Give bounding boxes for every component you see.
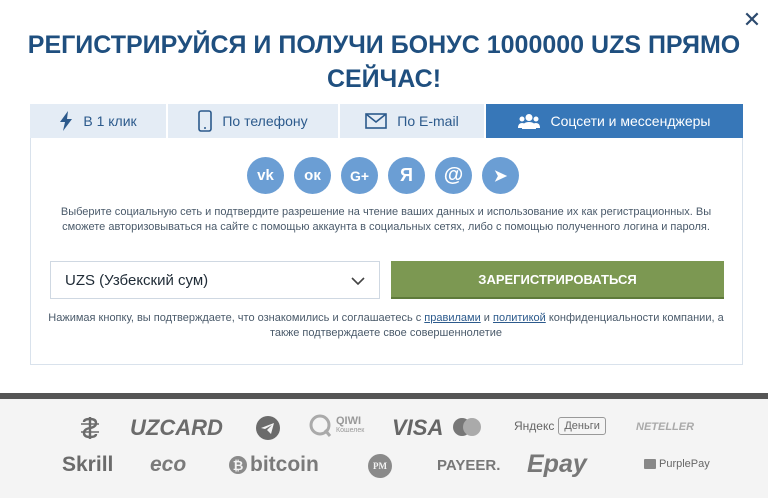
yandex-money-logo: Яндекс Деньги [514, 417, 606, 435]
eco-logo: eco [150, 453, 187, 476]
currency-value: UZS (Узбекский сум) [65, 271, 209, 289]
lightning-icon [59, 111, 73, 131]
vk-icon[interactable]: vk [247, 157, 284, 194]
tab-phone[interactable]: По телефону [168, 104, 340, 138]
skrill-logo: Skrill [62, 453, 114, 476]
social-description: Выберите социальную сеть и подтвердите р… [60, 206, 712, 233]
bitcoin-text: bitcoin [250, 453, 319, 476]
tab-social[interactable]: Соцсети и мессенджеры [486, 104, 743, 138]
social-buttons: vk ок G+ Я @ ➤ [247, 157, 519, 195]
chevron-down-icon [351, 272, 365, 289]
register-button[interactable]: ЗАРЕГИСТРИРОВАТЬСЯ [391, 261, 724, 299]
odnoklassniki-icon[interactable]: ок [294, 157, 331, 194]
tab-one-click[interactable]: В 1 клик [30, 104, 168, 138]
payment-logos: UZCARD QIWI Кошелек VISA Яндекс Деньги N… [0, 399, 768, 498]
qiwi-sub-text: Кошелек [336, 427, 365, 434]
pm-text: PM [368, 454, 392, 478]
yandex-icon[interactable]: Я [388, 157, 425, 194]
svg-text:₿: ₿ [233, 459, 244, 474]
purplepay-logo: PurplePay [644, 458, 710, 470]
tab-label: Соцсети и мессенджеры [550, 113, 711, 129]
qiwi-logo: QIWI Кошелек [308, 413, 364, 439]
tab-label: По E-mail [397, 113, 459, 129]
som-currency-icon [78, 415, 102, 441]
mail-ru-icon[interactable]: @ [435, 157, 472, 194]
neteller-logo: NETELLER [636, 421, 695, 433]
yandex-money-text: Деньги [558, 417, 606, 435]
purplepay-text: PurplePay [659, 458, 710, 470]
google-plus-icon[interactable]: G+ [341, 157, 378, 194]
terms-before: Нажимая кнопку, вы подтверждаете, что оз… [48, 312, 425, 324]
visa-logo: VISA [392, 415, 444, 440]
registration-modal: ✕ РЕГИСТРИРУЙСЯ И ПОЛУЧИ БОНУС 1000000 U… [0, 0, 768, 397]
social-panel: vk ок G+ Я @ ➤ Выберите социальную сеть … [30, 138, 743, 365]
telegram-pay-icon [255, 415, 281, 441]
registration-tabs: В 1 клик По телефону По E-mail Соцсети и… [30, 104, 743, 138]
perfect-money-logo: PM [368, 454, 392, 478]
rules-link[interactable]: правилами [424, 312, 480, 324]
qiwi-text: QIWI [336, 415, 362, 427]
terms-text: Нажимая кнопку, вы подтверждаете, что оз… [43, 311, 729, 341]
tab-label: В 1 клик [83, 113, 137, 129]
epay-logo: Epay [527, 450, 587, 478]
phone-icon [198, 110, 213, 132]
bitcoin-logo: ₿ bitcoin [228, 453, 319, 477]
users-icon [518, 113, 541, 129]
payeer-logo: PAYEER. [437, 457, 501, 474]
mastercard-icon [452, 417, 482, 437]
tab-email[interactable]: По E-mail [340, 104, 486, 138]
currency-select[interactable]: UZS (Узбекский сум) [50, 261, 380, 299]
yandex-text: Яндекс [514, 419, 555, 433]
tab-label: По телефону [222, 113, 308, 129]
modal-title: РЕГИСТРИРУЙСЯ И ПОЛУЧИ БОНУС 1000000 UZS… [27, 31, 741, 93]
telegram-icon[interactable]: ➤ [482, 157, 519, 194]
policy-link[interactable]: политикой [493, 312, 546, 324]
envelope-icon [365, 113, 388, 129]
uzcard-logo: UZCARD [130, 415, 223, 440]
terms-and: и [480, 312, 493, 324]
